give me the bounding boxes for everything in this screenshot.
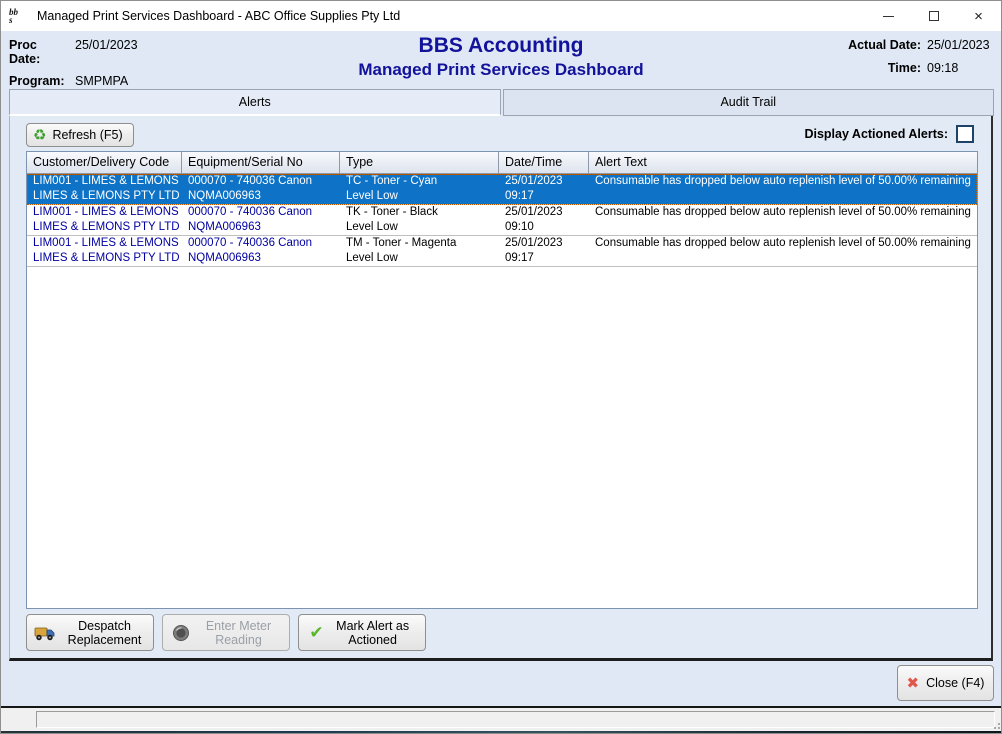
resize-grip[interactable] [990, 719, 1000, 729]
cell-equipment-line2: NQMA006963 [188, 220, 336, 235]
col-equipment[interactable]: Equipment/Serial No [182, 152, 340, 173]
tab-audit-trail[interactable]: Audit Trail [503, 89, 995, 116]
desktop-background-sliver [1, 731, 1001, 733]
window-title: Managed Print Services Dashboard - ABC O… [37, 9, 400, 23]
cell-equipment-line1: 000070 - 740036 Canon [188, 236, 336, 251]
cell-customer-line2: LIMES & LEMONS PTY LTD [33, 220, 178, 235]
table-header-row: Customer/Delivery Code Equipment/Serial … [27, 152, 977, 174]
cell-type-line1: TC - Toner - Cyan [346, 174, 495, 189]
minimize-button[interactable] [866, 1, 911, 31]
refresh-button[interactable]: ♻ Refresh (F5) [26, 123, 134, 147]
cell-time: 09:10 [505, 220, 585, 235]
maximize-icon [929, 11, 939, 21]
cell-date: 25/01/2023 [505, 236, 585, 251]
form-header: Proc Date: 25/01/2023 Program: SMPMPA BB… [1, 31, 1001, 89]
display-actioned-checkbox[interactable] [956, 125, 974, 143]
app-window: bb s Managed Print Services Dashboard - … [0, 0, 1002, 734]
truck-icon [34, 625, 56, 641]
alerts-panel: ♻ Refresh (F5) Display Actioned Alerts: … [9, 116, 993, 661]
despatch-replacement-button[interactable]: Despatch Replacement [26, 614, 154, 651]
enter-meter-reading-button: Enter Meter Reading [162, 614, 290, 651]
app-logo-icon: bb s [9, 6, 29, 26]
table-row[interactable]: LIM001 - LIMES & LEMONSLIMES & LEMONS PT… [27, 174, 977, 205]
cell-alert-text: Consumable has dropped below auto replen… [589, 205, 977, 235]
cell-equipment-line1: 000070 - 740036 Canon [188, 205, 336, 220]
cell-type-line1: TM - Toner - Magenta [346, 236, 495, 251]
status-message-field [36, 711, 995, 728]
close-label: Close (F4) [926, 676, 984, 690]
cell-equipment-line2: NQMA006963 [188, 251, 336, 266]
col-datetime[interactable]: Date/Time [499, 152, 589, 173]
cell-date: 25/01/2023 [505, 174, 585, 189]
cell-type-line1: TK - Toner - Black [346, 205, 495, 220]
table-row[interactable]: LIM001 - LIMES & LEMONSLIMES & LEMONS PT… [27, 236, 977, 267]
cell-customer-line1: LIM001 - LIMES & LEMONS [33, 236, 178, 251]
recycle-icon: ♻ [33, 128, 46, 143]
close-window-button[interactable]: × [956, 1, 1001, 31]
close-x-icon: ✖ [907, 676, 920, 691]
cell-time: 09:17 [505, 189, 585, 204]
cell-alert-text: Consumable has dropped below auto replen… [589, 174, 977, 204]
cell-customer-line1: LIM001 - LIMES & LEMONS [33, 174, 178, 189]
cell-type-line2: Level Low [346, 220, 495, 235]
close-button[interactable]: ✖ Close (F4) [897, 665, 994, 701]
mark-alert-actioned-label: Mark Alert as Actioned [331, 619, 415, 647]
actual-date-value: 25/01/2023 [927, 38, 991, 52]
mark-alert-actioned-button[interactable]: ✔ Mark Alert as Actioned [298, 614, 426, 651]
cell-alert-text: Consumable has dropped below auto replen… [589, 236, 977, 266]
title-bar: bb s Managed Print Services Dashboard - … [1, 1, 1001, 31]
col-type[interactable]: Type [340, 152, 499, 173]
footer-bar: ✖ Close (F4) [1, 661, 1001, 706]
enter-meter-reading-label: Enter Meter Reading [197, 619, 281, 647]
display-actioned-label: Display Actioned Alerts: [804, 127, 948, 141]
cell-customer-line2: LIMES & LEMONS PTY LTD [33, 251, 178, 266]
status-bar [1, 708, 1001, 731]
time-value: 09:18 [927, 61, 991, 75]
cell-time: 09:17 [505, 251, 585, 266]
cell-customer-line2: LIMES & LEMONS PTY LTD [33, 189, 178, 204]
cell-date: 25/01/2023 [505, 205, 585, 220]
cell-equipment-line2: NQMA006963 [188, 189, 336, 204]
col-customer[interactable]: Customer/Delivery Code [27, 152, 182, 173]
cell-type-line2: Level Low [346, 189, 495, 204]
refresh-label: Refresh (F5) [52, 128, 122, 142]
maximize-button[interactable] [911, 1, 956, 31]
close-window-icon: × [974, 9, 983, 24]
table-row[interactable]: LIM001 - LIMES & LEMONSLIMES & LEMONS PT… [27, 205, 977, 236]
cell-customer-line1: LIM001 - LIMES & LEMONS [33, 205, 178, 220]
check-icon: ✔ [309, 624, 323, 641]
despatch-replacement-label: Despatch Replacement [63, 619, 147, 647]
time-label: Time: [888, 61, 921, 75]
alerts-table: Customer/Delivery Code Equipment/Serial … [26, 151, 978, 609]
col-alert-text[interactable]: Alert Text [589, 152, 977, 173]
cell-equipment-line1: 000070 - 740036 Canon [188, 174, 336, 189]
app-logo-bottom: s [9, 16, 13, 24]
actual-date-label: Actual Date: [848, 38, 921, 52]
tab-strip: Alerts Audit Trail [1, 89, 1001, 116]
minimize-icon [883, 16, 894, 17]
cell-type-line2: Level Low [346, 251, 495, 266]
gauge-icon [172, 624, 190, 642]
